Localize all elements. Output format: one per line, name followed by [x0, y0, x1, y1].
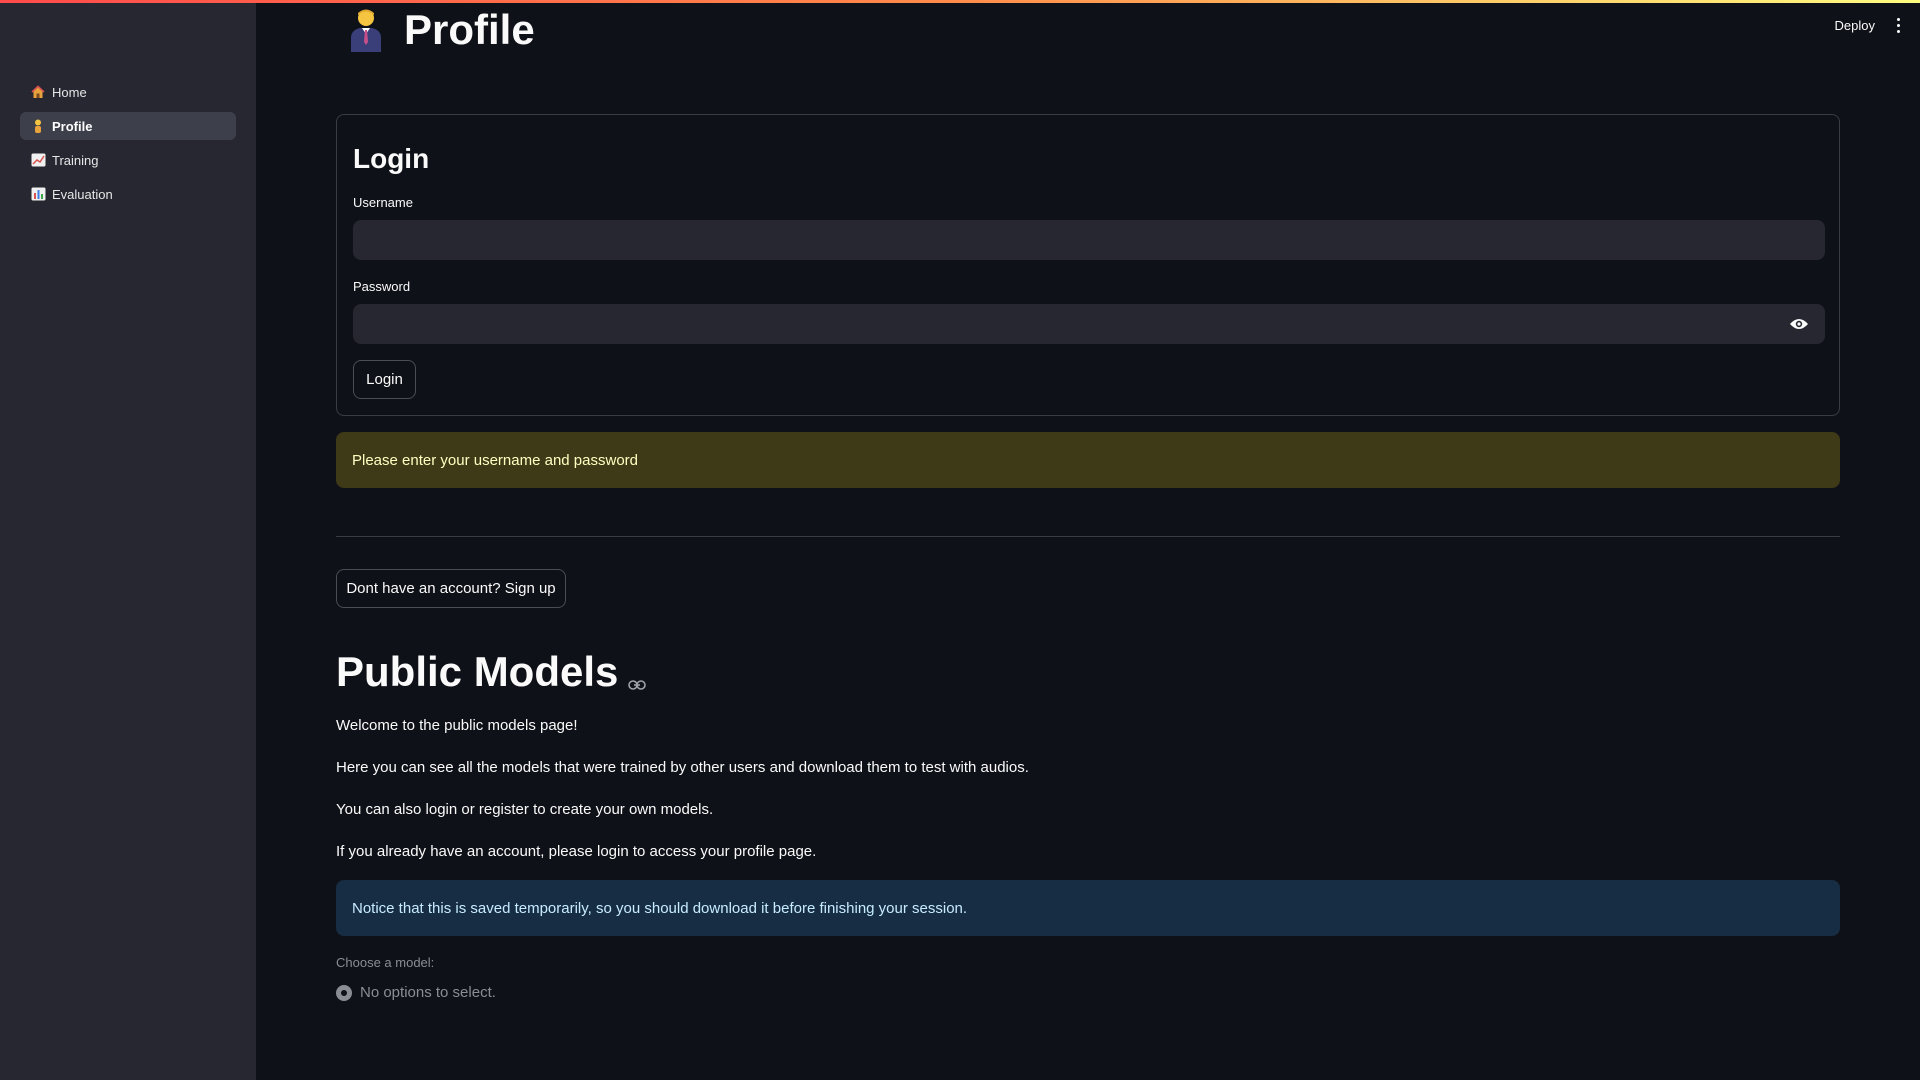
signup-button[interactable]: Dont have an account? Sign up: [336, 569, 566, 608]
warning-alert: Please enter your username and password: [336, 432, 1840, 488]
sidebar: Home Profile Training Evaluation: [0, 0, 256, 1080]
login-button[interactable]: Login: [353, 360, 416, 399]
no-options-text: No options to select.: [360, 984, 496, 1001]
bar-chart-icon: [30, 186, 46, 202]
sidebar-item-label: Evaluation: [52, 186, 113, 202]
eye-icon[interactable]: [1789, 316, 1809, 337]
sidebar-item-label: Training: [52, 152, 99, 168]
top-decoration-stripe: [0, 0, 1920, 3]
sidebar-item-home[interactable]: Home: [20, 78, 236, 106]
public-models-heading: Public Models: [336, 644, 647, 700]
divider: [336, 536, 1840, 537]
link-icon[interactable]: [628, 652, 647, 700]
login-heading: Login: [353, 143, 430, 174]
password-input[interactable]: [353, 304, 1825, 344]
login-form: Login Username Password Login: [336, 114, 1840, 416]
sidebar-item-label: Profile: [52, 118, 93, 134]
sidebar-nav: Home Profile Training Evaluation: [20, 78, 236, 214]
info-alert: Notice that this is saved temporarily, s…: [336, 880, 1840, 936]
login-hint-paragraph: If you already have an account, please l…: [336, 843, 817, 860]
username-input[interactable]: [353, 220, 1825, 260]
sidebar-item-label: Home: [52, 84, 87, 100]
public-models-heading-text: Public Models: [336, 648, 619, 695]
model-radio-label: Choose a model:: [336, 955, 435, 970]
radio-icon[interactable]: [336, 984, 352, 1001]
more-vertical-icon[interactable]: [1897, 18, 1900, 33]
header-actions: Deploy: [1835, 18, 1900, 33]
sidebar-item-training[interactable]: Training: [20, 146, 236, 174]
register-paragraph: You can also login or register to create…: [336, 801, 714, 818]
page-title: Profile: [346, 6, 535, 54]
intro-paragraph: Welcome to the public models page!: [336, 717, 578, 734]
username-label: Username: [353, 195, 413, 210]
page-title-text: Profile: [404, 6, 535, 53]
sidebar-item-evaluation[interactable]: Evaluation: [20, 180, 236, 208]
description-paragraph: Here you can see all the models that wer…: [336, 759, 1029, 776]
model-radio-group[interactable]: No options to select.: [336, 984, 496, 1001]
chart-increasing-icon: [30, 152, 46, 168]
deploy-button[interactable]: Deploy: [1835, 18, 1875, 33]
person-icon: [30, 118, 46, 134]
password-label: Password: [353, 279, 411, 294]
sidebar-item-profile[interactable]: Profile: [20, 112, 236, 140]
person-in-suit-icon: [346, 8, 386, 52]
house-icon: [30, 84, 46, 100]
